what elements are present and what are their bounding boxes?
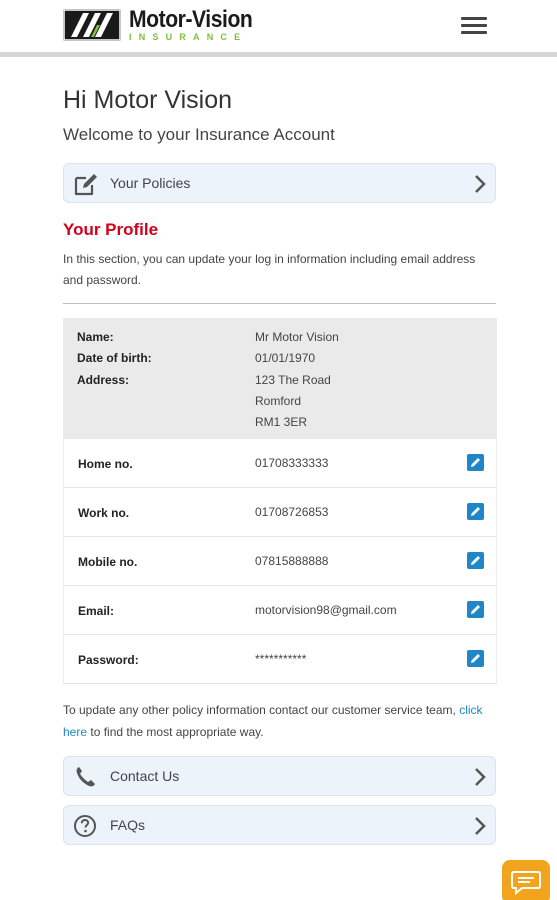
brand-logo[interactable]: Motor-Vision INSURANCE xyxy=(63,8,269,42)
address-line-2: Romford xyxy=(255,394,302,408)
email-row: Email: motorvision98@gmail.com xyxy=(63,586,497,635)
edit-password-button[interactable] xyxy=(467,650,484,667)
contact-us-button[interactable]: Contact Us xyxy=(63,756,496,796)
address-line-1: 123 The Road xyxy=(255,373,331,387)
home-number-row: Home no. 01708333333 xyxy=(63,439,497,488)
mobile-number-label: Mobile no. xyxy=(78,555,138,569)
hamburger-menu-icon[interactable] xyxy=(459,14,489,38)
email-label: Email: xyxy=(78,604,115,618)
mobile-number-value: 07815888888 xyxy=(255,554,329,568)
your-policies-button[interactable]: Your Policies xyxy=(63,163,496,203)
welcome-subtitle: Welcome to your Insurance Account xyxy=(63,125,335,144)
note-text-before: To update any other policy information c… xyxy=(63,703,456,717)
chat-bubble-icon[interactable] xyxy=(502,860,550,900)
chevron-right-icon xyxy=(473,173,487,195)
dob-label: Date of birth: xyxy=(77,351,152,365)
dob-value: 01/01/1970 xyxy=(255,351,316,365)
profile-description: In this section, you can update your log… xyxy=(63,252,476,287)
profile-heading: Your Profile xyxy=(63,220,159,239)
mobile-number-row: Mobile no. 07815888888 xyxy=(63,537,497,586)
phone-icon xyxy=(73,765,97,789)
edit-home-number-button[interactable] xyxy=(467,454,484,471)
work-number-label: Work no. xyxy=(78,506,130,520)
brand-name: Motor-Vision xyxy=(129,6,253,33)
edit-email-button[interactable] xyxy=(467,601,484,618)
contact-us-label: Contact Us xyxy=(110,768,180,784)
chevron-right-icon xyxy=(473,766,487,788)
faqs-label: FAQs xyxy=(110,817,146,833)
work-number-row: Work no. 01708726853 xyxy=(63,488,497,537)
name-value: Mr Motor Vision xyxy=(255,330,339,344)
password-label: Password: xyxy=(78,653,139,667)
header-divider xyxy=(0,52,557,57)
edit-document-icon xyxy=(73,172,97,196)
profile-divider xyxy=(63,303,496,304)
address-line-3: RM1 3ER xyxy=(255,415,308,429)
name-label: Name: xyxy=(77,330,114,344)
email-value: motorvision98@gmail.com xyxy=(255,603,397,617)
note-text-after: to find the most appropriate way. xyxy=(90,725,264,739)
work-number-value: 01708726853 xyxy=(255,505,329,519)
app-header: Motor-Vision INSURANCE xyxy=(0,0,557,54)
edit-mobile-number-button[interactable] xyxy=(467,552,484,569)
question-circle-icon xyxy=(73,814,97,838)
faqs-button[interactable]: FAQs xyxy=(63,805,496,845)
password-value: *********** xyxy=(255,652,307,666)
chevron-right-icon xyxy=(473,815,487,837)
greeting-title: Hi Motor Vision xyxy=(63,86,233,114)
edit-work-number-button[interactable] xyxy=(467,503,484,520)
your-policies-label: Your Policies xyxy=(110,175,191,191)
personal-info-panel: Name: Mr Motor Vision Date of birth: 01/… xyxy=(63,318,497,439)
home-number-label: Home no. xyxy=(78,457,133,471)
brand-subtitle: INSURANCE xyxy=(129,32,248,42)
password-row: Password: *********** xyxy=(63,635,497,684)
policy-update-note: To update any other policy information c… xyxy=(63,699,503,743)
address-label: Address: xyxy=(77,373,130,387)
logo-mark-icon xyxy=(63,9,121,41)
home-number-value: 01708333333 xyxy=(255,456,329,470)
